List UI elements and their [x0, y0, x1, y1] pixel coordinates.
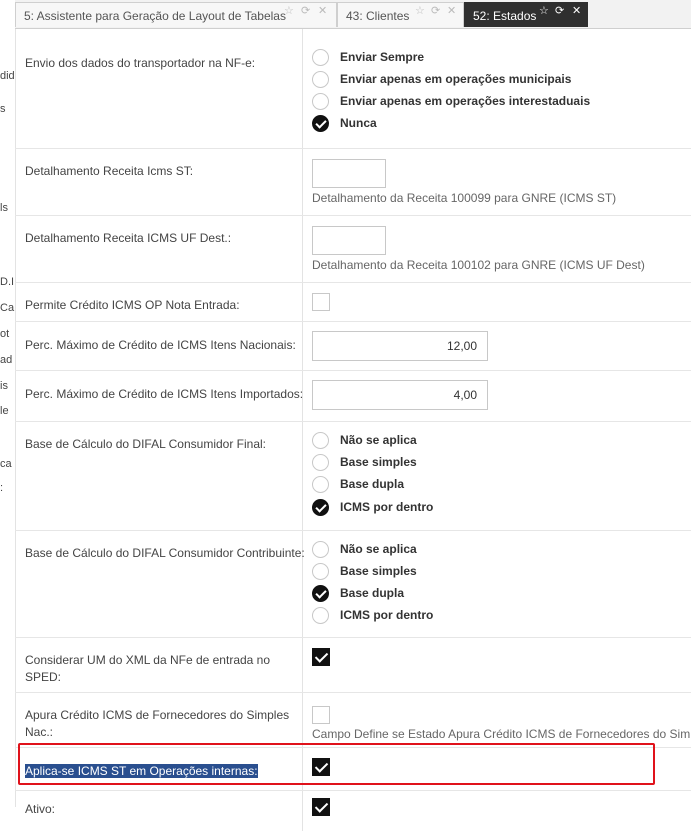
permite-credito-checkbox[interactable]: [312, 293, 330, 311]
radio-label: Não se aplica: [340, 433, 417, 447]
detalhamento-icms-st-input[interactable]: [312, 159, 386, 188]
ativo-checkbox[interactable]: [312, 798, 330, 816]
detalhamento-icms-uf-input[interactable]: [312, 226, 386, 255]
field-label: Perc. Máximo de Crédito de ICMS Itens Im…: [25, 387, 304, 401]
field-help: Campo Define se Estado Apura Crédito ICM…: [312, 727, 691, 741]
field-label: Envio dos dados do transportador na NF-e…: [25, 56, 256, 70]
row-detalhamento-icms-uf: Detalhamento Receita ICMS UF Dest.: Deta…: [15, 216, 691, 283]
radio-label: Enviar Sempre: [340, 50, 425, 64]
estado-form: Envio dos dados do transportador na NF-e…: [15, 29, 691, 831]
row-ativo: Ativo:: [15, 791, 691, 831]
radio-label: Enviar apenas em operações interestaduai…: [340, 94, 591, 108]
field-label: Base de Cálculo do DIFAL Consumidor Fina…: [25, 437, 267, 451]
radio-button[interactable]: [312, 432, 329, 449]
highlight-annotation: [18, 743, 655, 785]
radio-label: Não se aplica: [340, 542, 417, 556]
tab-label: 52: Estados: [473, 9, 537, 23]
tab-estados[interactable]: 52: Estados ☆ ⟳ ✕: [464, 2, 588, 27]
field-label: Ativo:: [25, 802, 56, 816]
star-icon[interactable]: ☆: [539, 4, 549, 17]
left-sidebar: dida s ls D.I Ca ot ad is le ca :: [0, 0, 16, 807]
row-permite-credito: Permite Crédito ICMS OP Nota Entrada:: [15, 283, 691, 322]
star-icon[interactable]: ☆: [284, 4, 294, 17]
radio-label: Enviar apenas em operações municipais: [340, 72, 572, 86]
radio-button[interactable]: [312, 49, 329, 66]
field-label: Apura Crédito ICMS de Fornecedores do Si…: [25, 708, 290, 739]
sidebar-fragment: le: [0, 405, 9, 417]
row-considerar-um: Considerar UM do XML da NFe de entrada n…: [15, 638, 691, 693]
apura-credito-checkbox[interactable]: [312, 706, 330, 724]
field-label: Perc. Máximo de Crédito de ICMS Itens Na…: [25, 338, 296, 352]
sidebar-fragment: s: [0, 103, 6, 115]
radio-label: ICMS por dentro: [340, 608, 434, 622]
row-detalhamento-icms-st: Detalhamento Receita Icms ST: Detalhamen…: [15, 149, 691, 216]
field-label: Base de Cálculo do DIFAL Consumidor Cont…: [25, 546, 305, 560]
radio-button-selected[interactable]: [312, 585, 329, 602]
radio-label: Nunca: [340, 116, 377, 130]
row-perc-nacionais: Perc. Máximo de Crédito de ICMS Itens Na…: [15, 322, 691, 371]
row-difal-contribuinte: Base de Cálculo do DIFAL Consumidor Cont…: [15, 531, 691, 638]
row-perc-importados: Perc. Máximo de Crédito de ICMS Itens Im…: [15, 371, 691, 422]
sidebar-fragment: Ca: [0, 302, 15, 314]
tab-clientes[interactable]: 43: Clientes ☆ ⟳ ✕: [337, 2, 464, 27]
refresh-icon[interactable]: ⟳: [301, 4, 310, 17]
radio-label: Base simples: [340, 564, 417, 578]
tab-assistente-layout[interactable]: 5: Assistente para Geração de Layout de …: [15, 2, 337, 27]
tab-label: 43: Clientes: [346, 9, 410, 23]
radio-button[interactable]: [312, 476, 329, 493]
sidebar-fragment: is: [0, 380, 8, 392]
considerar-um-checkbox[interactable]: [312, 648, 330, 666]
field-help: Detalhamento da Receita 100099 para GNRE…: [312, 191, 617, 205]
radio-button[interactable]: [312, 93, 329, 110]
field-label: Detalhamento Receita ICMS UF Dest.:: [25, 231, 232, 245]
sidebar-fragment: ca: [0, 458, 12, 470]
radio-button[interactable]: [312, 541, 329, 558]
radio-label: Base simples: [340, 455, 417, 469]
field-label: Permite Crédito ICMS OP Nota Entrada:: [25, 298, 240, 312]
refresh-icon[interactable]: ⟳: [431, 4, 440, 17]
close-icon[interactable]: ✕: [447, 4, 456, 17]
sidebar-fragment: dida: [0, 70, 15, 82]
radio-button-selected[interactable]: [312, 499, 329, 516]
perc-nacionais-input[interactable]: 12,00: [312, 331, 488, 361]
refresh-icon[interactable]: ⟳: [555, 4, 564, 17]
radio-label: Base dupla: [340, 586, 405, 600]
radio-button[interactable]: [312, 563, 329, 580]
star-icon[interactable]: ☆: [415, 4, 425, 17]
row-envio-transportador: Envio dos dados do transportador na NF-e…: [15, 29, 691, 149]
close-icon[interactable]: ✕: [572, 4, 581, 17]
field-label: Detalhamento Receita Icms ST:: [25, 164, 194, 178]
radio-button-selected[interactable]: [312, 115, 329, 132]
perc-importados-input[interactable]: 4,00: [312, 380, 488, 410]
sidebar-fragment: D.I: [0, 276, 15, 288]
radio-button[interactable]: [312, 607, 329, 624]
row-difal-final: Base de Cálculo do DIFAL Consumidor Fina…: [15, 422, 691, 531]
field-label: Considerar UM do XML da NFe de entrada n…: [25, 653, 271, 684]
sidebar-fragment: :: [0, 482, 4, 494]
radio-label: ICMS por dentro: [340, 500, 434, 514]
tab-label: 5: Assistente para Geração de Layout de …: [24, 9, 286, 23]
field-help: Detalhamento da Receita 100102 para GNRE…: [312, 258, 645, 272]
sidebar-fragment: ls: [0, 202, 8, 214]
radio-label: Base dupla: [340, 477, 405, 491]
tab-bar: 5: Assistente para Geração de Layout de …: [15, 0, 691, 29]
row-apura-credito: Apura Crédito ICMS de Fornecedores do Si…: [15, 693, 691, 748]
radio-button[interactable]: [312, 454, 329, 471]
sidebar-fragment: ad: [0, 354, 13, 366]
close-icon[interactable]: ✕: [318, 4, 327, 17]
radio-button[interactable]: [312, 71, 329, 88]
sidebar-fragment: ot: [0, 328, 10, 340]
